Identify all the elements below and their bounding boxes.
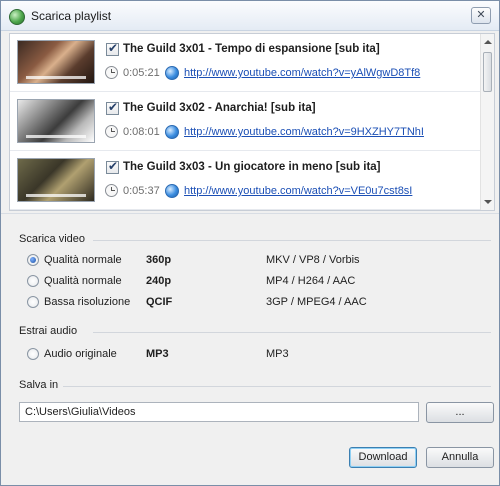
radio-audio-original[interactable] xyxy=(27,348,39,360)
scroll-thumb[interactable] xyxy=(483,52,492,92)
download-playlist-dialog: Scarica playlist ✕ The Guild 3x01 - Temp… xyxy=(0,0,500,486)
item-url-link[interactable]: http://www.youtube.com/watch?v=yAlWgwD8T… xyxy=(184,67,420,79)
item-title: The Guild 3x02 - Anarchia! [sub ita] xyxy=(123,102,316,114)
item-duration: 0:05:37 xyxy=(123,185,160,197)
vertical-scrollbar[interactable] xyxy=(480,34,494,210)
option-format: MP4 / H264 / AAC xyxy=(266,275,356,287)
item-url-link[interactable]: http://www.youtube.com/watch?v=9HXZHY7TN… xyxy=(184,126,424,138)
option-format: MKV / VP8 / Vorbis xyxy=(266,254,360,266)
save-section-label: Salva in xyxy=(19,379,59,391)
app-globe-icon xyxy=(9,9,25,25)
clock-icon xyxy=(105,184,118,197)
radio-video-360p[interactable] xyxy=(27,254,39,266)
option-quality: Audio originale xyxy=(44,348,117,360)
audio-section-label: Estrai audio xyxy=(19,325,78,337)
option-format: MP3 xyxy=(266,348,289,360)
item-title: The Guild 3x03 - Un giocatore in meno [s… xyxy=(123,161,381,173)
video-thumbnail xyxy=(17,99,95,143)
video-section-label: Scarica video xyxy=(19,233,86,245)
clock-icon xyxy=(105,66,118,79)
divider xyxy=(93,332,491,333)
window-title: Scarica playlist xyxy=(31,9,112,23)
option-resolution: 360p xyxy=(146,254,172,266)
option-quality: Bassa risoluzione xyxy=(44,296,131,308)
option-format: 3GP / MPEG4 / AAC xyxy=(266,296,367,308)
option-resolution: QCIF xyxy=(146,296,173,308)
globe-icon xyxy=(165,125,179,139)
item-url-link[interactable]: http://www.youtube.com/watch?v=VE0u7cst8… xyxy=(184,185,412,197)
divider xyxy=(1,213,499,214)
item-checkbox[interactable] xyxy=(106,100,119,115)
item-title: The Guild 3x01 - Tempo di espansione [su… xyxy=(123,43,380,55)
clock-icon xyxy=(105,125,118,138)
option-quality: Qualità normale xyxy=(44,275,122,287)
globe-icon xyxy=(165,184,179,198)
scroll-up-icon[interactable] xyxy=(484,40,492,44)
title-bar: Scarica playlist ✕ xyxy=(1,1,499,31)
item-duration: 0:05:21 xyxy=(123,67,160,79)
option-quality: Qualità normale xyxy=(44,254,122,266)
globe-icon xyxy=(165,66,179,80)
radio-video-240p[interactable] xyxy=(27,275,39,287)
video-thumbnail xyxy=(17,158,95,202)
list-item: The Guild 3x02 - Anarchia! [sub ita] 0:0… xyxy=(10,93,482,151)
cancel-button[interactable]: Annulla xyxy=(426,447,494,468)
option-resolution: MP3 xyxy=(146,348,169,360)
option-resolution: 240p xyxy=(146,275,172,287)
item-checkbox[interactable] xyxy=(106,159,119,174)
browse-button[interactable]: ... xyxy=(426,402,494,423)
close-button[interactable]: ✕ xyxy=(471,7,491,24)
divider xyxy=(63,386,491,387)
video-thumbnail xyxy=(17,40,95,84)
divider xyxy=(93,240,491,241)
radio-video-qcif[interactable] xyxy=(27,296,39,308)
playlist-list: The Guild 3x01 - Tempo di espansione [su… xyxy=(9,33,495,211)
item-checkbox[interactable] xyxy=(106,41,119,56)
item-duration: 0:08:01 xyxy=(123,126,160,138)
list-item: The Guild 3x01 - Tempo di espansione [su… xyxy=(10,34,482,92)
scroll-down-icon[interactable] xyxy=(484,200,492,204)
save-path-input[interactable] xyxy=(19,402,419,422)
list-item: The Guild 3x03 - Un giocatore in meno [s… xyxy=(10,152,482,210)
download-button[interactable]: Download xyxy=(349,447,417,468)
